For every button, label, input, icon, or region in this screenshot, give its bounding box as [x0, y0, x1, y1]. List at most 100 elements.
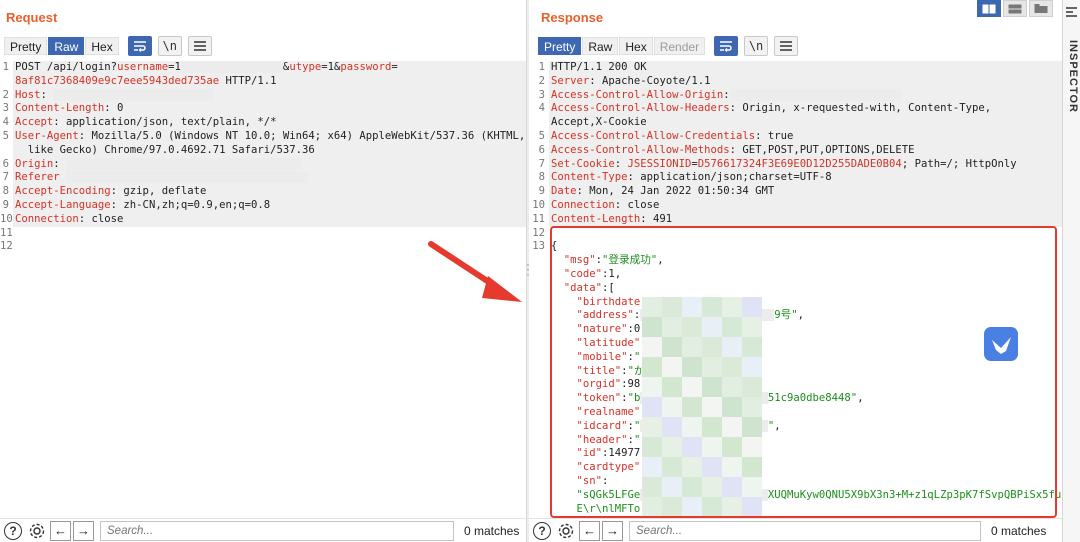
code-line: "id":14977	[529, 447, 1062, 461]
redaction-block	[682, 497, 702, 517]
redacted-text	[53, 88, 213, 101]
search-next-arrow-icon[interactable]: →	[73, 520, 94, 541]
response-editor[interactable]: 1 HTTP/1.1 200 OK 2 Server: Apache-Coyote/1…	[529, 61, 1062, 515]
line-text: "data":[	[549, 282, 1062, 296]
code-token: HTTP/1.1	[219, 74, 277, 87]
code-line: 3 Access-Control-Allow-Origin:	[529, 88, 1062, 103]
line-number: 6	[538, 143, 545, 156]
line-text: "address": 9号",	[549, 309, 1062, 323]
code-line: 12	[529, 227, 1062, 241]
code-token: ; Path=/; HttpOnly	[901, 157, 1017, 170]
response-search-bar: ? ← → 0 matches	[529, 518, 1062, 542]
code-token: : Apache-Coyote/1.1	[589, 74, 711, 87]
code-line: E\r\nlMFTo	[529, 503, 1062, 516]
code-token: {	[551, 240, 558, 253]
split-vertical-icon[interactable]	[1003, 0, 1027, 17]
request-search-bar: ? ← → 0 matches	[0, 518, 526, 542]
code-line: "title":"か	[529, 365, 1062, 379]
line-number	[529, 475, 549, 489]
redaction-block	[742, 457, 762, 477]
redaction-block	[702, 457, 722, 477]
code-line: 4 Access-Control-Allow-Headers: Origin, x…	[529, 102, 1062, 117]
response-tab-hex[interactable]: Hex	[619, 37, 653, 55]
line-number	[529, 282, 549, 296]
wrap-icon[interactable]	[127, 36, 152, 56]
line-number: 2	[2, 88, 9, 101]
request-tab-raw[interactable]: Raw	[48, 37, 85, 55]
menu-icon[interactable]	[187, 36, 212, 56]
code-token: E\r\nlMFTo	[576, 502, 641, 515]
code-line: "nature":0	[529, 323, 1062, 337]
help-icon[interactable]: ?	[531, 520, 553, 542]
code-token: : application/json, text/plain, */*	[53, 116, 277, 129]
inspector-sidebar[interactable]: INSPECTOR	[1062, 0, 1080, 542]
code-token: Host	[15, 88, 41, 101]
redaction-block	[702, 477, 722, 497]
line-text: 8af81c7368409e9c7eee5943ded735ae HTTP/1.…	[13, 74, 526, 89]
line-text: POST /api/login?username=1 &utype=1&pass…	[13, 61, 526, 75]
redaction-block	[682, 457, 702, 477]
help-icon[interactable]: ?	[2, 520, 24, 542]
code-line: "cardtype"	[529, 461, 1062, 475]
response-search-input[interactable]	[629, 520, 981, 541]
redaction-block	[682, 437, 702, 457]
code-token: : close	[78, 212, 124, 225]
search-next-arrow-icon[interactable]: →	[602, 520, 623, 541]
newline-icon[interactable]: \n	[744, 36, 769, 56]
newline-icon[interactable]: \n	[157, 36, 182, 56]
request-title: Request	[6, 10, 58, 25]
code-token: =	[391, 61, 398, 73]
search-prev-arrow-icon[interactable]: ←	[50, 520, 71, 541]
settings-gear-icon[interactable]	[26, 520, 48, 542]
line-text: Accept,X-Cookie	[549, 116, 1062, 130]
redaction-block	[642, 397, 662, 417]
line-number: 9	[538, 185, 545, 198]
redaction-block	[722, 297, 742, 317]
inspector-toggle-icon[interactable]	[1066, 6, 1077, 17]
line-number	[529, 365, 549, 379]
menu-icon[interactable]	[774, 36, 799, 56]
code-token: : 0	[104, 102, 124, 115]
redaction-block	[702, 417, 722, 437]
code-line: 1 HTTP/1.1 200 OK	[529, 61, 1062, 75]
code-line: 8 Content-Type: application/json;charset=…	[529, 171, 1062, 186]
code-token: Accept-Encoding	[15, 185, 111, 198]
response-tab-render[interactable]: Render	[653, 37, 706, 55]
settings-gear-icon[interactable]	[555, 520, 577, 542]
redaction-block	[662, 497, 682, 517]
line-number	[529, 392, 549, 406]
request-search-input[interactable]	[100, 520, 454, 541]
request-tab-hex[interactable]: Hex	[85, 37, 119, 55]
response-tab-pretty[interactable]: Pretty	[538, 37, 582, 55]
redaction-block	[742, 477, 762, 497]
tabs-layout-icon[interactable]	[1029, 0, 1053, 17]
redaction-block	[722, 477, 742, 497]
code-token: username	[117, 61, 169, 73]
line-number: 1	[538, 61, 545, 73]
line-text: Host:	[13, 88, 526, 103]
search-prev-arrow-icon[interactable]: ←	[579, 520, 600, 541]
redaction-block	[742, 377, 762, 397]
code-line: "latitude"	[529, 337, 1062, 351]
code-token: "msg"	[563, 254, 596, 267]
response-tab-raw[interactable]: Raw	[582, 37, 619, 55]
response-match-count: 0 matches	[991, 523, 1047, 538]
redaction-block	[662, 437, 682, 457]
line-text: Content-Length: 491	[549, 212, 1062, 227]
code-token: :	[614, 157, 628, 170]
request-tab-pretty[interactable]: Pretty	[4, 37, 48, 55]
code-line: 9 Date: Mon, 24 Jan 2022 01:50:34 GMT	[529, 185, 1062, 199]
code-token: "address"	[576, 309, 634, 322]
split-horizontal-icon[interactable]	[977, 0, 1001, 17]
line-number	[529, 351, 549, 365]
code-token: :0	[627, 323, 641, 336]
code-token: :	[602, 474, 609, 487]
wrap-icon[interactable]	[714, 36, 739, 56]
line-number	[529, 254, 549, 268]
redaction-block	[742, 497, 762, 517]
line-number	[529, 309, 549, 323]
code-line: 3 Content-Length: 0	[0, 102, 526, 117]
